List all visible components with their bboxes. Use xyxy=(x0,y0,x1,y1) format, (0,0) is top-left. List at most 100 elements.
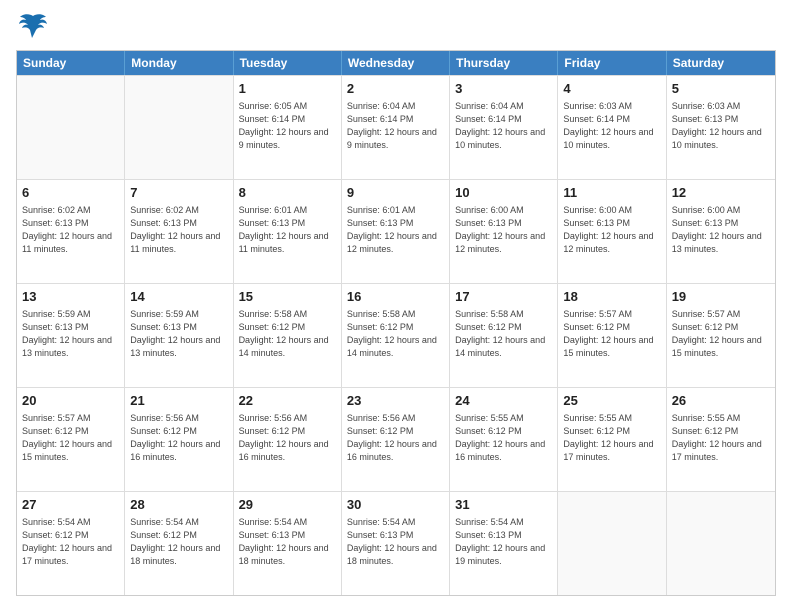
header-day-thursday: Thursday xyxy=(450,51,558,75)
day-cell-6: 6Sunrise: 6:02 AM Sunset: 6:13 PM Daylig… xyxy=(17,180,125,283)
day-cell-13: 13 Sunrise: 5:59 AM Sunset: 6:13 PM Dayli… xyxy=(17,284,125,387)
day-number: 25 xyxy=(563,392,660,410)
logo-bird-icon xyxy=(18,12,48,40)
day-number: 26 xyxy=(672,392,770,410)
day-cell-27: 27 Sunrise: 5:54 AM Sunset: 6:12 PM Dayli… xyxy=(17,492,125,595)
day-info: Sunrise: 6:03 AM Sunset: 6:14 PM Dayligh… xyxy=(563,100,660,152)
day-info: Sunrise: 5:58 AM Sunset: 6:12 PM Dayligh… xyxy=(347,308,444,360)
day-number: 7 xyxy=(130,184,227,202)
day-cell-29: 29Sunrise: 5:54 AM Sunset: 6:13 PM Dayli… xyxy=(234,492,342,595)
day-info: Sunrise: 5:55 AM Sunset: 6:12 PM Dayligh… xyxy=(455,412,552,464)
day-number: 15 xyxy=(239,288,336,306)
day-cell-16: 16Sunrise: 5:58 AM Sunset: 6:12 PM Dayli… xyxy=(342,284,450,387)
calendar-row-1: 6Sunrise: 6:02 AM Sunset: 6:13 PM Daylig… xyxy=(17,179,775,283)
day-info: Sunrise: 5:54 AM Sunset: 6:12 PM Dayligh… xyxy=(130,516,227,568)
day-info: Sunrise: 5:55 AM Sunset: 6:12 PM Dayligh… xyxy=(563,412,660,464)
day-number: 29 xyxy=(239,496,336,514)
calendar-row-4: 27 Sunrise: 5:54 AM Sunset: 6:12 PM Dayli… xyxy=(17,491,775,595)
day-cell-21: 21 Sunrise: 5:56 AM Sunset: 6:12 PM Dayli… xyxy=(125,388,233,491)
day-info: Sunrise: 5:57 AM Sunset: 6:12 PM Dayligh… xyxy=(22,412,119,464)
page: SundayMondayTuesdayWednesdayThursdayFrid… xyxy=(0,0,792,612)
day-cell-empty-0-1 xyxy=(125,76,233,179)
day-cell-19: 19 Sunrise: 5:57 AM Sunset: 6:12 PM Dayli… xyxy=(667,284,775,387)
day-number: 28 xyxy=(130,496,227,514)
day-number: 12 xyxy=(672,184,770,202)
day-cell-26: 26 Sunrise: 5:55 AM Sunset: 6:12 PM Dayli… xyxy=(667,388,775,491)
header-day-monday: Monday xyxy=(125,51,233,75)
day-number: 8 xyxy=(239,184,336,202)
day-cell-24: 24 Sunrise: 5:55 AM Sunset: 6:12 PM Dayli… xyxy=(450,388,558,491)
day-cell-10: 10Sunrise: 6:00 AM Sunset: 6:13 PM Dayli… xyxy=(450,180,558,283)
day-info: Sunrise: 5:56 AM Sunset: 6:12 PM Dayligh… xyxy=(130,412,227,464)
day-info: Sunrise: 5:55 AM Sunset: 6:12 PM Dayligh… xyxy=(672,412,770,464)
day-info: Sunrise: 5:59 AM Sunset: 6:13 PM Dayligh… xyxy=(22,308,119,360)
day-cell-4: 4Sunrise: 6:03 AM Sunset: 6:14 PM Daylig… xyxy=(558,76,666,179)
day-info: Sunrise: 6:00 AM Sunset: 6:13 PM Dayligh… xyxy=(563,204,660,256)
calendar-body: 1 Sunrise: 6:05 AM Sunset: 6:14 PM Daylig… xyxy=(17,75,775,595)
calendar-row-3: 20 Sunrise: 5:57 AM Sunset: 6:12 PM Dayli… xyxy=(17,387,775,491)
day-number: 10 xyxy=(455,184,552,202)
day-number: 31 xyxy=(455,496,552,514)
day-cell-12: 12 Sunrise: 6:00 AM Sunset: 6:13 PM Dayli… xyxy=(667,180,775,283)
day-number: 11 xyxy=(563,184,660,202)
day-cell-18: 18Sunrise: 5:57 AM Sunset: 6:12 PM Dayli… xyxy=(558,284,666,387)
day-cell-empty-0-0 xyxy=(17,76,125,179)
day-cell-31: 31Sunrise: 5:54 AM Sunset: 6:13 PM Dayli… xyxy=(450,492,558,595)
header-day-sunday: Sunday xyxy=(17,51,125,75)
day-info: Sunrise: 5:57 AM Sunset: 6:12 PM Dayligh… xyxy=(672,308,770,360)
day-cell-25: 25 Sunrise: 5:55 AM Sunset: 6:12 PM Dayli… xyxy=(558,388,666,491)
day-cell-14: 14 Sunrise: 5:59 AM Sunset: 6:13 PM Dayli… xyxy=(125,284,233,387)
day-number: 5 xyxy=(672,80,770,98)
day-number: 1 xyxy=(239,80,336,98)
day-cell-20: 20 Sunrise: 5:57 AM Sunset: 6:12 PM Dayli… xyxy=(17,388,125,491)
day-info: Sunrise: 5:59 AM Sunset: 6:13 PM Dayligh… xyxy=(130,308,227,360)
day-cell-1: 1 Sunrise: 6:05 AM Sunset: 6:14 PM Daylig… xyxy=(234,76,342,179)
day-number: 30 xyxy=(347,496,444,514)
day-cell-7: 7 Sunrise: 6:02 AM Sunset: 6:13 PM Daylig… xyxy=(125,180,233,283)
header xyxy=(16,16,776,40)
day-info: Sunrise: 5:58 AM Sunset: 6:12 PM Dayligh… xyxy=(455,308,552,360)
day-info: Sunrise: 6:02 AM Sunset: 6:13 PM Dayligh… xyxy=(130,204,227,256)
day-info: Sunrise: 6:05 AM Sunset: 6:14 PM Dayligh… xyxy=(239,100,336,152)
day-cell-30: 30 Sunrise: 5:54 AM Sunset: 6:13 PM Dayli… xyxy=(342,492,450,595)
calendar-row-0: 1 Sunrise: 6:05 AM Sunset: 6:14 PM Daylig… xyxy=(17,75,775,179)
day-number: 27 xyxy=(22,496,119,514)
header-day-wednesday: Wednesday xyxy=(342,51,450,75)
day-number: 3 xyxy=(455,80,552,98)
day-cell-5: 5 Sunrise: 6:03 AM Sunset: 6:13 PM Daylig… xyxy=(667,76,775,179)
day-cell-17: 17 Sunrise: 5:58 AM Sunset: 6:12 PM Dayli… xyxy=(450,284,558,387)
header-day-tuesday: Tuesday xyxy=(234,51,342,75)
day-info: Sunrise: 6:03 AM Sunset: 6:13 PM Dayligh… xyxy=(672,100,770,152)
day-info: Sunrise: 6:01 AM Sunset: 6:13 PM Dayligh… xyxy=(239,204,336,256)
day-cell-28: 28 Sunrise: 5:54 AM Sunset: 6:12 PM Dayli… xyxy=(125,492,233,595)
day-number: 19 xyxy=(672,288,770,306)
day-number: 13 xyxy=(22,288,119,306)
day-cell-22: 22 Sunrise: 5:56 AM Sunset: 6:12 PM Dayli… xyxy=(234,388,342,491)
calendar-header: SundayMondayTuesdayWednesdayThursdayFrid… xyxy=(17,51,775,75)
day-number: 14 xyxy=(130,288,227,306)
day-info: Sunrise: 6:01 AM Sunset: 6:13 PM Dayligh… xyxy=(347,204,444,256)
day-cell-3: 3 Sunrise: 6:04 AM Sunset: 6:14 PM Daylig… xyxy=(450,76,558,179)
calendar-row-2: 13 Sunrise: 5:59 AM Sunset: 6:13 PM Dayli… xyxy=(17,283,775,387)
day-info: Sunrise: 5:56 AM Sunset: 6:12 PM Dayligh… xyxy=(347,412,444,464)
day-cell-empty-4-6 xyxy=(667,492,775,595)
day-number: 18 xyxy=(563,288,660,306)
day-number: 9 xyxy=(347,184,444,202)
day-info: Sunrise: 5:54 AM Sunset: 6:13 PM Dayligh… xyxy=(347,516,444,568)
header-day-friday: Friday xyxy=(558,51,666,75)
day-info: Sunrise: 5:58 AM Sunset: 6:12 PM Dayligh… xyxy=(239,308,336,360)
day-number: 22 xyxy=(239,392,336,410)
day-number: 20 xyxy=(22,392,119,410)
day-info: Sunrise: 6:04 AM Sunset: 6:14 PM Dayligh… xyxy=(347,100,444,152)
calendar: SundayMondayTuesdayWednesdayThursdayFrid… xyxy=(16,50,776,596)
day-number: 2 xyxy=(347,80,444,98)
day-number: 17 xyxy=(455,288,552,306)
day-number: 21 xyxy=(130,392,227,410)
day-cell-15: 15 Sunrise: 5:58 AM Sunset: 6:12 PM Dayli… xyxy=(234,284,342,387)
day-number: 24 xyxy=(455,392,552,410)
day-info: Sunrise: 6:04 AM Sunset: 6:14 PM Dayligh… xyxy=(455,100,552,152)
day-info: Sunrise: 5:56 AM Sunset: 6:12 PM Dayligh… xyxy=(239,412,336,464)
day-info: Sunrise: 5:54 AM Sunset: 6:12 PM Dayligh… xyxy=(22,516,119,568)
logo xyxy=(16,16,48,40)
day-info: Sunrise: 6:00 AM Sunset: 6:13 PM Dayligh… xyxy=(672,204,770,256)
